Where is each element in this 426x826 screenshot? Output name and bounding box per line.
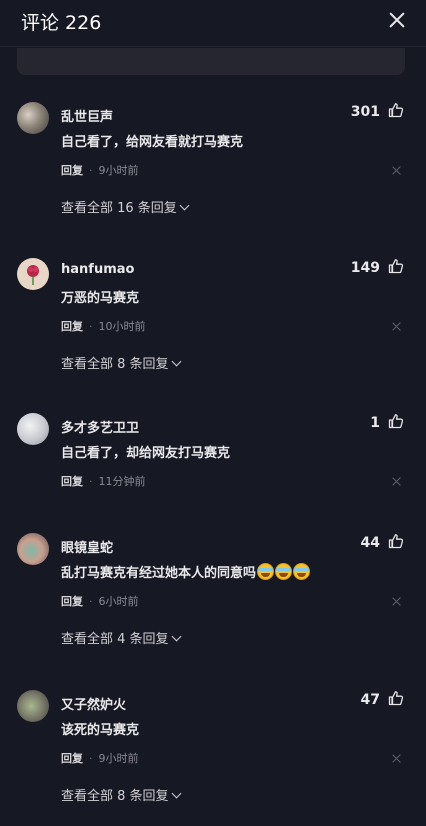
like-count: 47 bbox=[360, 692, 380, 708]
avatar[interactable] bbox=[17, 690, 49, 722]
view-all-replies[interactable]: 查看全部 8 条回复 bbox=[61, 785, 181, 804]
reply-button[interactable]: 回复 bbox=[61, 752, 83, 765]
username[interactable]: 乱世巨声 bbox=[61, 106, 113, 125]
timestamp: 9小时前 bbox=[98, 164, 139, 177]
reply-button[interactable]: 回复 bbox=[61, 164, 83, 177]
avatar[interactable] bbox=[17, 102, 49, 134]
separator: · bbox=[89, 164, 93, 177]
comment-item: 又子然妒火 47 该死的马赛克 回复 · 9小时前 查看全部 8 条回复 bbox=[0, 690, 426, 810]
comment-meta: 回复 · 9小时前 bbox=[61, 750, 139, 766]
comment-meta: 回复 · 11分钟前 bbox=[61, 473, 146, 489]
thumb-up-icon[interactable] bbox=[388, 533, 404, 549]
comment-text: 万恶的马赛克 bbox=[61, 291, 140, 306]
comment-input-area[interactable] bbox=[17, 48, 405, 75]
separator: · bbox=[89, 752, 93, 765]
crying-laughing-emoji bbox=[293, 563, 311, 580]
avatar[interactable] bbox=[17, 533, 49, 565]
comment-item: hanfumao 149 万恶的马赛克 回复 · 10小时前 查看全部 8 条回复 bbox=[0, 258, 426, 378]
view-all-replies[interactable]: 查看全部 4 条回复 bbox=[61, 628, 181, 647]
thumb-up-icon[interactable] bbox=[388, 690, 404, 706]
close-small-icon[interactable] bbox=[392, 477, 401, 486]
comment-meta: 回复 · 6小时前 bbox=[61, 593, 139, 609]
close-small-icon[interactable] bbox=[392, 322, 401, 331]
username[interactable]: 眼镜皇蛇 bbox=[61, 537, 113, 556]
close-small-icon[interactable] bbox=[392, 166, 401, 175]
separator: · bbox=[89, 320, 93, 333]
crying-laughing-emoji bbox=[275, 563, 293, 580]
thumb-up-icon[interactable] bbox=[388, 258, 404, 274]
reply-button[interactable]: 回复 bbox=[61, 320, 83, 333]
separator: · bbox=[89, 475, 93, 488]
chevron-down-icon bbox=[179, 200, 190, 211]
reply-button[interactable]: 回复 bbox=[61, 475, 83, 488]
crying-laughing-emoji bbox=[257, 563, 275, 580]
view-all-label: 查看全部 4 条回复 bbox=[61, 632, 169, 647]
close-icon[interactable] bbox=[387, 10, 407, 30]
timestamp: 10小时前 bbox=[98, 320, 146, 333]
comment-text: 自己看了，却给网友打马赛克 bbox=[61, 446, 231, 461]
close-small-icon[interactable] bbox=[392, 754, 401, 763]
reply-button[interactable]: 回复 bbox=[61, 595, 83, 608]
view-all-replies[interactable]: 查看全部 8 条回复 bbox=[61, 353, 181, 372]
close-small-icon[interactable] bbox=[392, 597, 401, 606]
comment-meta: 回复 · 9小时前 bbox=[61, 162, 139, 178]
view-all-label: 查看全部 8 条回复 bbox=[61, 789, 169, 804]
comment-item: 多才多艺卫卫 1 自己看了，却给网友打马赛克 回复 · 11分钟前 bbox=[0, 413, 426, 503]
comment-item: 乱世巨声 301 自己看了，给网友看就打马赛克 回复 · 9小时前 查看全部 16 … bbox=[0, 102, 426, 222]
comment-text: 该死的马赛克 bbox=[61, 723, 140, 738]
comment-meta: 回复 · 10小时前 bbox=[61, 318, 146, 334]
view-all-label: 查看全部 8 条回复 bbox=[61, 357, 169, 372]
comment-text: 乱打马赛克有经过她本人的同意吗 bbox=[61, 562, 311, 581]
separator: · bbox=[89, 595, 93, 608]
chevron-down-icon bbox=[171, 356, 181, 367]
username[interactable]: hanfumao bbox=[61, 262, 134, 277]
timestamp: 6小时前 bbox=[98, 595, 139, 608]
thumb-up-icon[interactable] bbox=[388, 102, 404, 118]
username[interactable]: 又子然妒火 bbox=[61, 694, 126, 713]
avatar[interactable] bbox=[17, 258, 49, 290]
like-count: 149 bbox=[350, 260, 380, 276]
comments-title: 评论 226 bbox=[21, 12, 102, 34]
comment-text: 自己看了，给网友看就打马赛克 bbox=[61, 135, 244, 150]
chevron-down-icon bbox=[171, 631, 181, 642]
like-count: 301 bbox=[350, 104, 380, 120]
username[interactable]: 多才多艺卫卫 bbox=[61, 417, 139, 436]
thumb-up-icon[interactable] bbox=[388, 413, 404, 429]
comments-header: 评论 226 bbox=[0, 0, 426, 47]
chevron-down-icon bbox=[171, 788, 181, 799]
avatar[interactable] bbox=[17, 413, 49, 445]
view-all-replies[interactable]: 查看全部 16 条回复 bbox=[61, 197, 190, 216]
timestamp: 9小时前 bbox=[98, 752, 139, 765]
like-count: 44 bbox=[360, 535, 380, 551]
timestamp: 11分钟前 bbox=[98, 475, 146, 488]
comment-item: 眼镜皇蛇 44 乱打马赛克有经过她本人的同意吗 回复 · 6小时前 查看全部 4 条… bbox=[0, 533, 426, 653]
comment-text-body: 乱打马赛克有经过她本人的同意吗 bbox=[61, 566, 257, 581]
rose-avatar-graphic bbox=[27, 265, 39, 285]
view-all-label: 查看全部 16 条回复 bbox=[61, 201, 177, 216]
like-count: 1 bbox=[370, 415, 380, 431]
